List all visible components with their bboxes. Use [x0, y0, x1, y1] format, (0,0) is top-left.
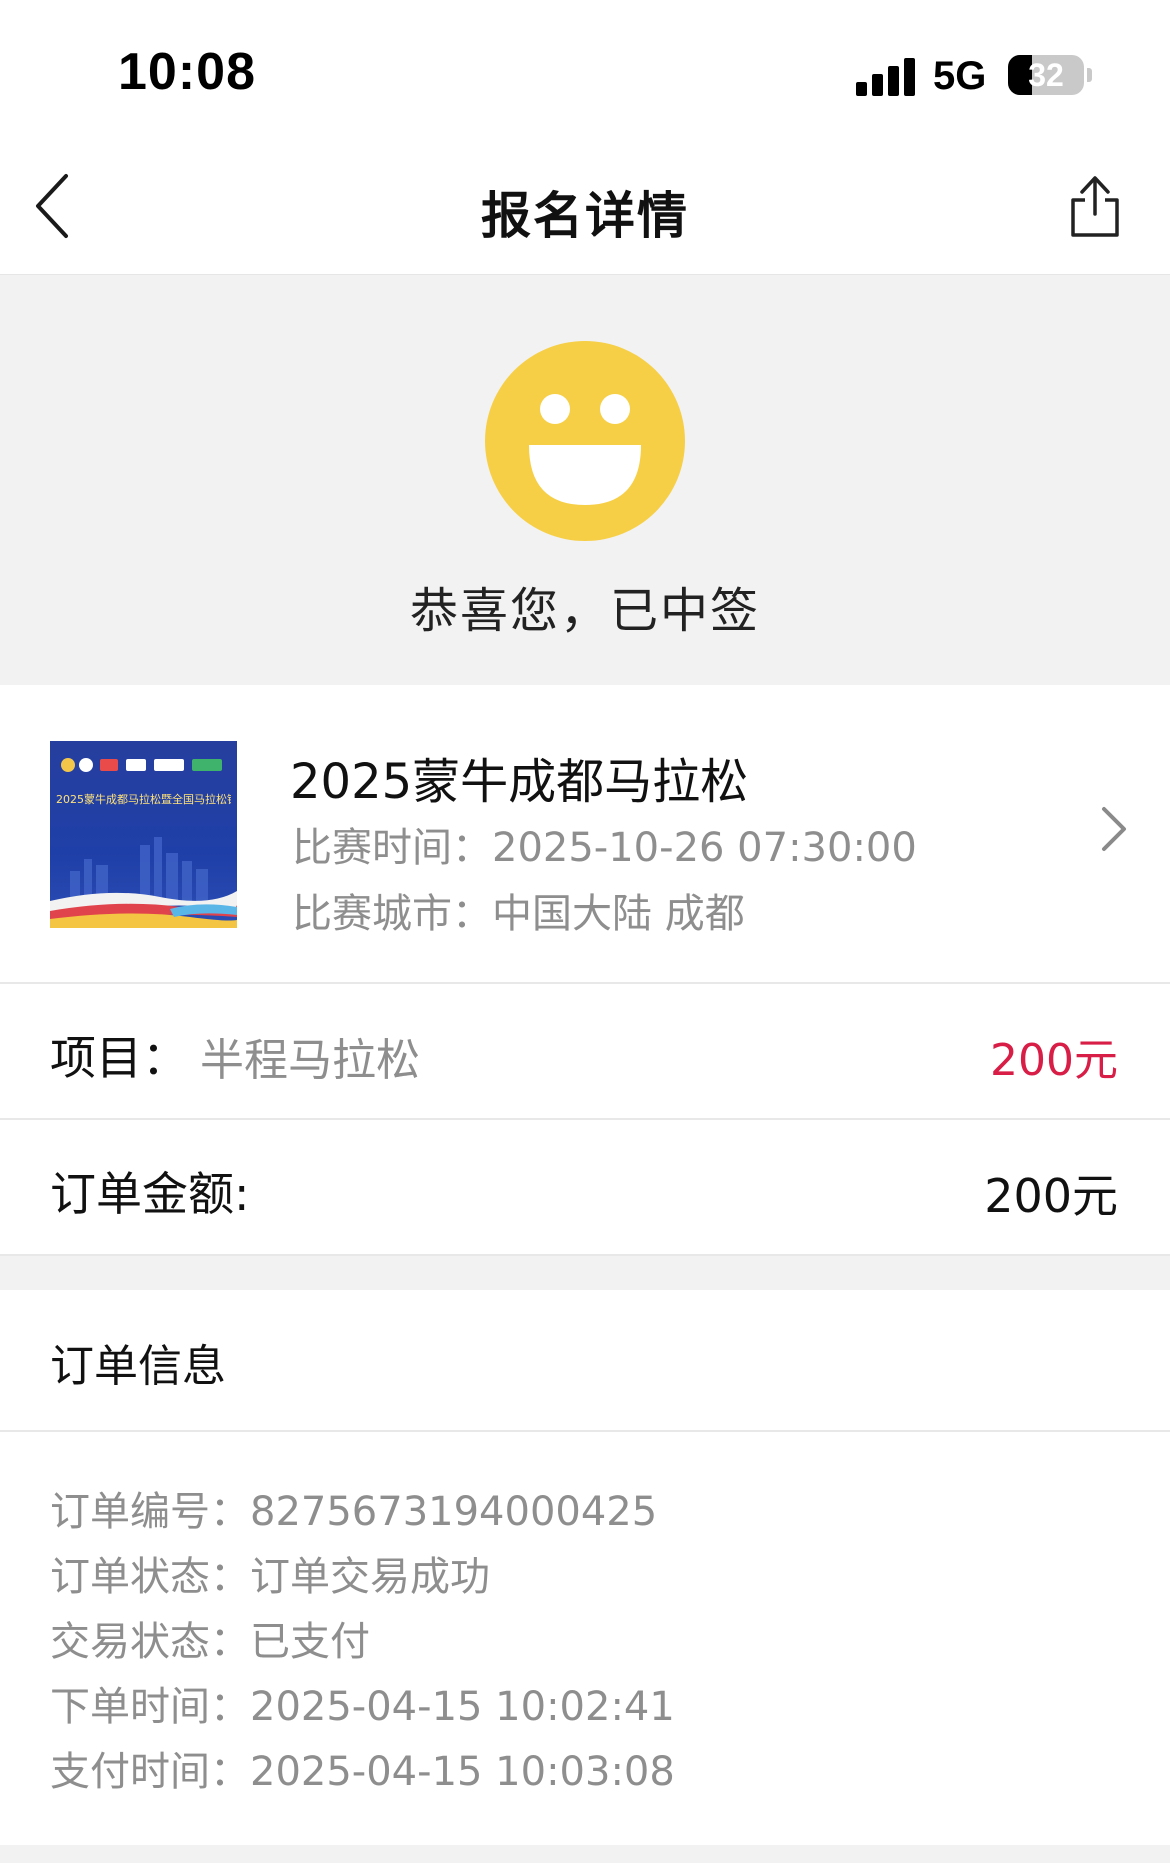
- order-info-list: 订单编号：8275673194000425 订单状态：订单交易成功 交易状态：已…: [50, 1480, 675, 1805]
- result-message: 恭喜您，已中签: [409, 583, 760, 639]
- network-type: 5G: [933, 54, 987, 98]
- order-info-row: 订单状态：订单交易成功: [50, 1545, 675, 1610]
- order-amount-label: 订单金额:: [50, 1167, 250, 1221]
- order-info-title: 订单信息: [50, 1341, 226, 1392]
- order-status-label: 订单状态：: [50, 1554, 250, 1600]
- city-skyline-graphic: [50, 837, 237, 928]
- smiley-icon: [485, 341, 685, 541]
- item-value: 半程马拉松: [200, 1035, 420, 1086]
- order-info-row: 订单编号：8275673194000425: [50, 1480, 675, 1545]
- race-city-value: 中国大陆 成都: [492, 891, 745, 937]
- race-city: 比赛城市：中国大陆 成都: [292, 881, 745, 939]
- result-area: 恭喜您，已中签: [0, 275, 1170, 685]
- order-info-row: 下单时间：2025-04-15 10:02:41: [50, 1675, 675, 1740]
- order-amount-value: 200元: [984, 1169, 1118, 1223]
- race-time-label: 比赛时间：: [292, 825, 492, 871]
- item-row: 项目： 半程马拉松 200元: [0, 984, 1170, 1120]
- divider: [0, 1430, 1170, 1432]
- payment-status-value: 已支付: [250, 1619, 370, 1665]
- order-amount-row: 订单金额: 200元: [0, 1120, 1170, 1256]
- order-time-label: 下单时间：: [50, 1684, 250, 1730]
- payment-status-label: 交易状态：: [50, 1619, 250, 1665]
- share-icon: [1071, 176, 1119, 237]
- race-thumbnail: 2025蒙牛成都马拉松暨全国马拉松锦标赛(第1站): [50, 741, 237, 928]
- race-name: 2025蒙牛成都马拉松: [290, 754, 749, 810]
- race-time-value: 2025-10-26 07:30:00: [492, 825, 917, 871]
- race-card[interactable]: 2025蒙牛成都马拉松暨全国马拉松锦标赛(第1站) 2025蒙牛成都马拉松 比赛…: [0, 685, 1170, 984]
- battery-level: 32: [1028, 57, 1064, 93]
- share-button[interactable]: [1060, 170, 1130, 240]
- order-number-label: 订单编号：: [50, 1489, 250, 1535]
- status-bar: 10:08 5G 32: [0, 0, 1170, 140]
- item-label: 项目：: [50, 1031, 188, 1085]
- race-time: 比赛时间：2025-10-26 07:30:00: [292, 815, 917, 873]
- order-time-value: 2025-04-15 10:02:41: [250, 1684, 675, 1730]
- order-info-section: 订单信息 订单编号：8275673194000425 订单状态：订单交易成功 交…: [0, 1290, 1170, 1845]
- payment-time-value: 2025-04-15 10:03:08: [250, 1749, 675, 1795]
- chevron-right-icon: [1102, 807, 1126, 851]
- order-number-value: 8275673194000425: [250, 1489, 658, 1535]
- payment-time-label: 支付时间：: [50, 1749, 250, 1795]
- order-status-value: 订单交易成功: [250, 1554, 490, 1600]
- battery-tip: [1087, 68, 1092, 82]
- status-time: 10:08: [118, 43, 256, 101]
- order-info-row: 交易状态：已支付: [50, 1610, 675, 1675]
- nav-bar: 报名详情: [0, 140, 1170, 275]
- item-price: 200元: [990, 1035, 1118, 1086]
- battery-icon: 32: [1008, 55, 1084, 95]
- cellular-signal-icon: [856, 58, 916, 96]
- order-info-row: 支付时间：2025-04-15 10:03:08: [50, 1740, 675, 1805]
- page-title: 报名详情: [481, 187, 689, 245]
- race-city-label: 比赛城市：: [292, 891, 492, 937]
